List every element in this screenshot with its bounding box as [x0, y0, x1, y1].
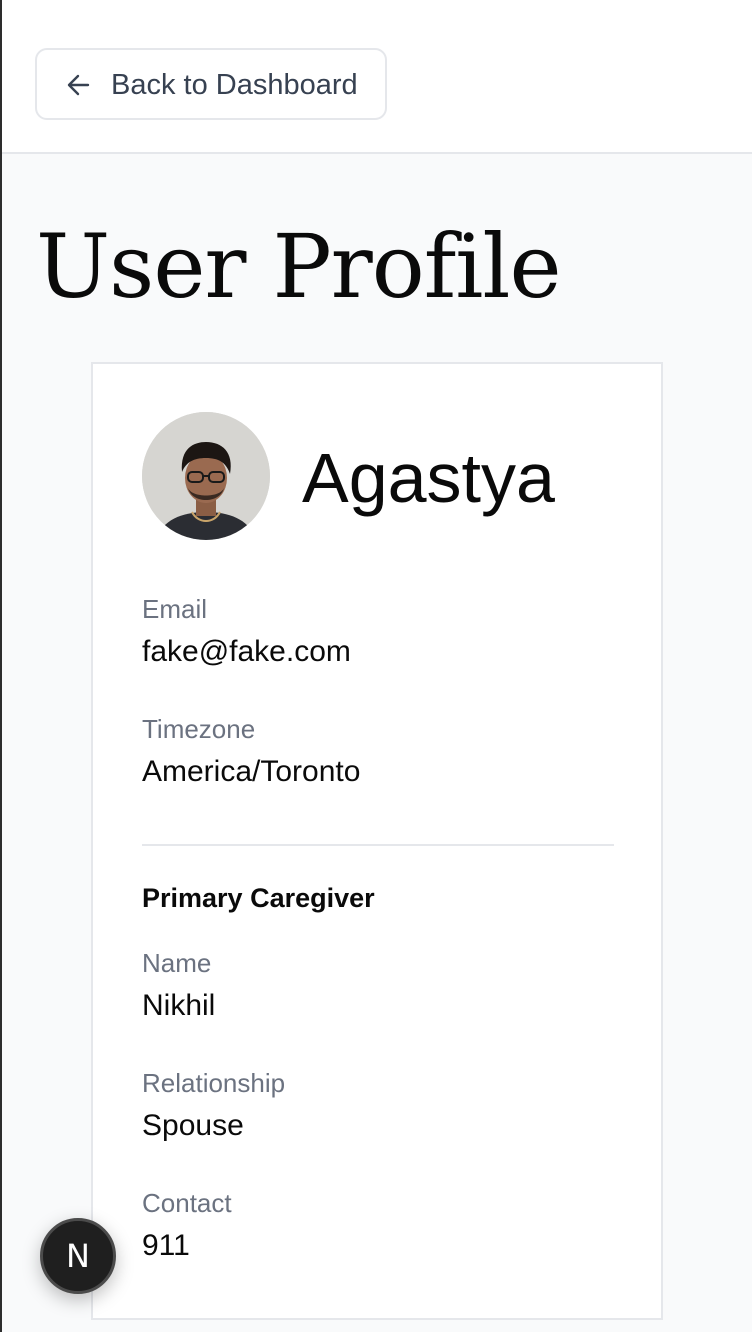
profile-card: Agastya Email fake@fake.com Timezone Ame…	[91, 362, 663, 1320]
caregiver-name-value: Nikhil	[142, 989, 216, 1022]
section-divider	[142, 844, 614, 846]
user-name: Agastya	[302, 439, 555, 517]
timezone-label: Timezone	[142, 714, 256, 744]
relationship-value: Spouse	[142, 1109, 244, 1142]
contact-label: Contact	[142, 1188, 232, 1218]
top-bar: Back to Dashboard	[2, 0, 752, 154]
avatar	[142, 412, 270, 540]
relationship-label: Relationship	[142, 1068, 286, 1098]
badge-letter: N	[66, 1237, 90, 1275]
back-button-label: Back to Dashboard	[111, 69, 358, 101]
contact-value: 911	[142, 1229, 190, 1262]
dev-tools-badge[interactable]: N	[40, 1218, 116, 1294]
email-label: Email	[142, 594, 208, 624]
window-edge	[0, 0, 2, 1332]
back-to-dashboard-button[interactable]: Back to Dashboard	[35, 48, 387, 120]
arrow-left-icon	[65, 71, 93, 99]
email-value: fake@fake.com	[142, 635, 351, 668]
caregiver-name-label: Name	[142, 948, 212, 978]
primary-caregiver-heading: Primary Caregiver	[142, 883, 375, 913]
timezone-value: America/Toronto	[142, 755, 361, 788]
page-title: User Profile	[36, 215, 562, 318]
